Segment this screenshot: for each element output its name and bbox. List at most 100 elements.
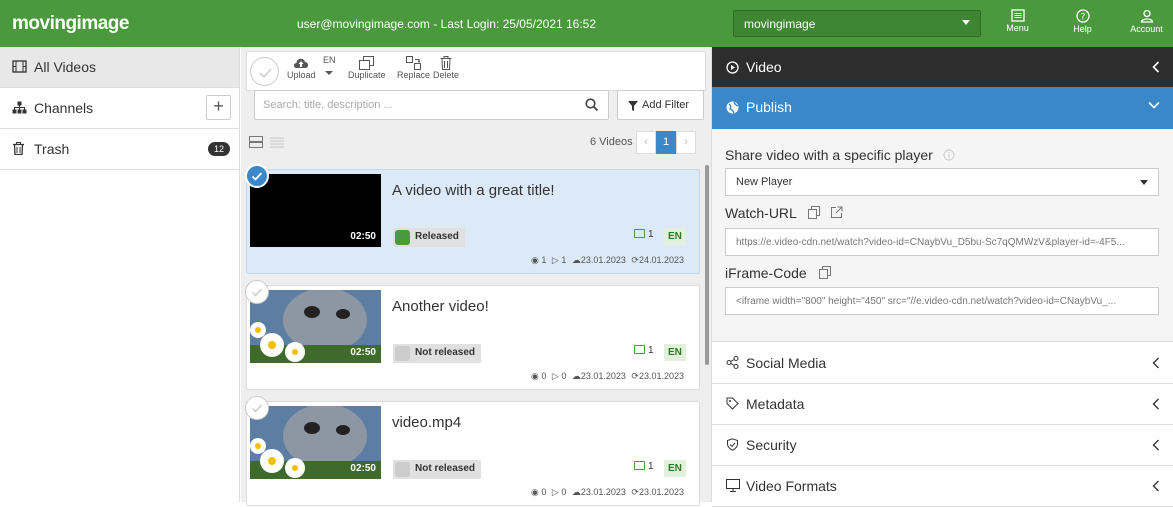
video-stats: ◉ 0 ▷ 0 ☁23.01.2023 ⟳23.01.2023: [531, 487, 687, 498]
help-button[interactable]: ? Help: [1058, 0, 1107, 47]
video-stats: ◉ 1 ▷ 1 ☁23.01.2023 ⟳24.01.2023: [531, 255, 687, 266]
sidebar-item-label: Channels: [34, 100, 94, 116]
status-label: Not released: [415, 347, 476, 358]
select-all-checkbox[interactable]: [250, 57, 279, 86]
share-player-text: Share video with a specific player: [725, 147, 933, 163]
page-current[interactable]: 1: [656, 131, 676, 154]
upload-button[interactable]: Upload: [287, 56, 316, 80]
player-select[interactable]: New Player: [725, 168, 1159, 196]
iframe-code-label: iFrame-Code: [725, 265, 831, 281]
video-duration: 02:50: [350, 463, 376, 474]
language-dropdown[interactable]: EN: [323, 55, 336, 75]
chevron-left-icon: [1152, 61, 1160, 73]
search-placeholder: Search: title, description ...: [263, 99, 393, 111]
account-button[interactable]: Account: [1122, 0, 1171, 47]
sitemap-icon: [12, 101, 27, 114]
duplicate-button[interactable]: Duplicate: [348, 56, 386, 80]
views-count: 0: [541, 487, 547, 497]
organization-select[interactable]: movingimage: [733, 10, 981, 37]
video-thumbnail[interactable]: 02:50: [250, 174, 381, 247]
security-section[interactable]: Security: [712, 425, 1173, 466]
trash-count-badge: 12: [207, 142, 230, 156]
subtitle-icon: [634, 461, 645, 470]
add-channel-button[interactable]: +: [206, 95, 231, 120]
page-next-button[interactable]: ›: [676, 131, 696, 154]
publish-status-badge: Released: [393, 228, 465, 247]
play-icon: ▷: [551, 371, 559, 381]
share-player-label: Share video with a specific player: [725, 147, 955, 163]
video-select-checkbox[interactable]: [245, 396, 269, 420]
upload-label: Upload: [287, 70, 316, 80]
delete-button[interactable]: Delete: [433, 56, 459, 80]
copy-icon[interactable]: [808, 206, 821, 219]
copy-icon[interactable]: [818, 266, 831, 279]
logo[interactable]: movingimage: [12, 13, 129, 35]
modified-date: 23.01.2023: [638, 487, 684, 497]
page-prev-button[interactable]: ‹: [636, 131, 656, 154]
replace-button[interactable]: Replace: [397, 56, 430, 80]
sidebar-item-label: All Videos: [34, 59, 97, 75]
add-filter-label: Add Filter: [642, 99, 690, 111]
sidebar-item-trash[interactable]: Trash 12: [0, 129, 239, 170]
plays-count: 0: [561, 487, 567, 497]
publish-section-header[interactable]: Publish: [712, 87, 1173, 129]
video-thumbnail[interactable]: 02:50: [250, 406, 381, 479]
video-list-panel: Upload EN Duplicate Replace Delete Searc…: [241, 47, 711, 506]
organization-select-value: movingimage: [744, 17, 816, 31]
sidebar: All Videos Channels + Trash 12: [0, 47, 240, 502]
scrollbar[interactable]: [705, 165, 709, 365]
video-select-checkbox[interactable]: [245, 164, 269, 188]
social-media-section[interactable]: Social Media: [712, 343, 1173, 384]
watch-url-field[interactable]: https://e.video-cdn.net/watch?video-id=C…: [725, 228, 1159, 256]
account-label: Account: [1130, 24, 1163, 34]
grid-view-icon[interactable]: [249, 136, 263, 148]
video-title[interactable]: Another video!: [392, 298, 489, 315]
language-badge: EN: [664, 460, 686, 477]
tag-icon: [726, 397, 739, 410]
refresh-icon: ⟳: [631, 487, 639, 497]
duplicate-label: Duplicate: [348, 70, 386, 80]
detail-panel: Video Publish Share video with a specifi…: [711, 47, 1173, 507]
sidebar-item-channels[interactable]: Channels +: [0, 88, 239, 129]
video-card[interactable]: 02:50 video.mp4 Not released 1 EN ◉ 0 ▷ …: [245, 396, 700, 506]
external-link-icon[interactable]: [830, 206, 843, 219]
caret-down-icon: [1140, 180, 1148, 185]
eye-icon: ◉: [530, 371, 539, 381]
upload-date: 23.01.2023: [580, 371, 626, 381]
menu-button[interactable]: Menu: [993, 0, 1042, 47]
video-card[interactable]: 02:50 Another video! Not released 1 EN ◉…: [245, 280, 700, 390]
video-card[interactable]: 02:50 A video with a great title! Releas…: [245, 164, 700, 274]
video-title[interactable]: A video with a great title!: [392, 182, 555, 199]
iframe-code-field[interactable]: <iframe width="800" height="450" src="//…: [725, 287, 1159, 315]
subtitle-count-value: 1: [648, 461, 654, 472]
search-icon: [585, 98, 599, 112]
eye-icon: ◉: [530, 487, 539, 497]
views-count: 0: [541, 371, 547, 381]
metadata-section[interactable]: Metadata: [712, 384, 1173, 425]
list-view-icon[interactable]: [270, 136, 285, 148]
video-formats-section[interactable]: Video Formats: [712, 466, 1173, 507]
sidebar-item-all-videos[interactable]: All Videos: [0, 47, 239, 88]
globe-icon: [395, 462, 410, 477]
user-login-info: user@movingimage.com - Last Login: 25/05…: [297, 17, 597, 31]
search-input[interactable]: Search: title, description ...: [254, 90, 609, 120]
pagination: ‹ 1 ›: [636, 131, 696, 154]
replace-icon: [406, 56, 422, 70]
metadata-title: Metadata: [746, 396, 805, 412]
subtitle-count-value: 1: [648, 229, 654, 240]
monitor-icon: [726, 479, 740, 492]
add-filter-button[interactable]: Add Filter: [617, 90, 704, 120]
video-thumbnail[interactable]: 02:50: [250, 290, 381, 363]
subtitle-icon: [634, 229, 645, 238]
menu-label: Menu: [1006, 23, 1029, 33]
video-section-header[interactable]: Video: [712, 47, 1173, 89]
refresh-icon: ⟳: [631, 255, 639, 265]
caret-down-icon: [962, 20, 970, 25]
status-label: Not released: [415, 463, 476, 474]
watch-url-text: Watch-URL: [725, 205, 797, 221]
video-title[interactable]: video.mp4: [392, 414, 461, 431]
video-formats-title: Video Formats: [746, 478, 837, 494]
replace-label: Replace: [397, 70, 431, 80]
video-select-checkbox[interactable]: [245, 280, 269, 304]
info-icon[interactable]: [943, 149, 955, 161]
